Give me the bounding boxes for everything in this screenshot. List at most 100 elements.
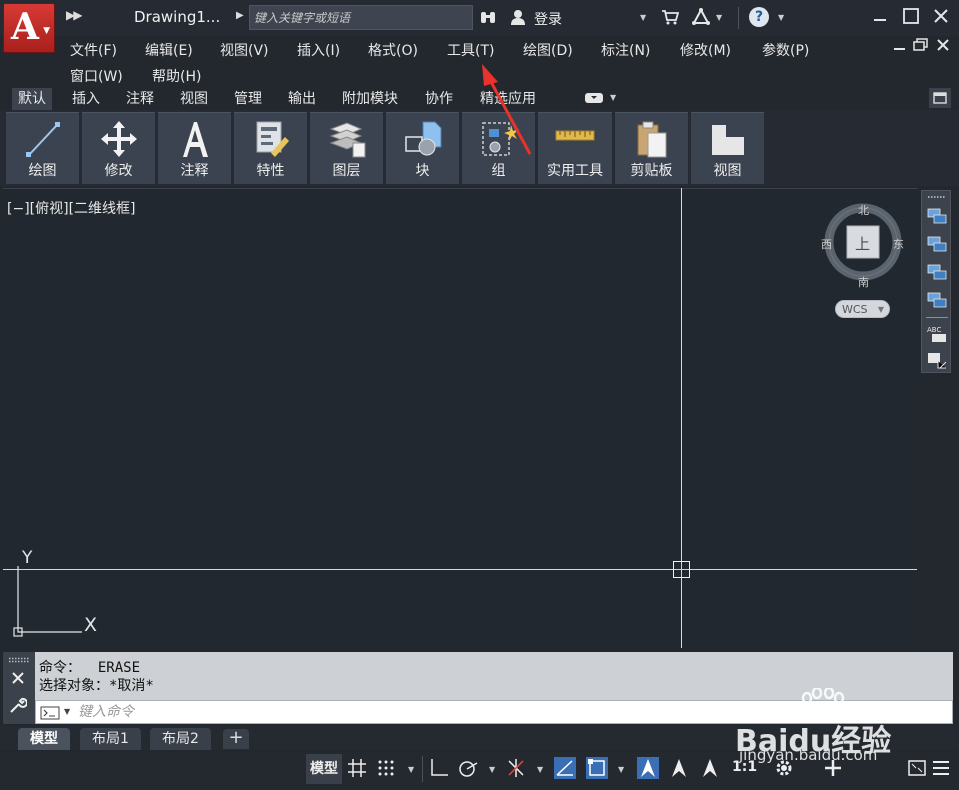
text-style-icon[interactable]: ABC — [926, 325, 948, 343]
doc-restore-icon[interactable] — [913, 38, 929, 52]
tab-default[interactable]: 默认 — [12, 88, 52, 110]
panel-modify[interactable]: 修改 — [82, 112, 155, 184]
chevron-down-icon[interactable]: ▼ — [537, 765, 543, 774]
panel-properties-label: 特性 — [256, 163, 285, 179]
chevron-down-icon[interactable]: ▼ — [610, 93, 616, 102]
chevron-down-icon[interactable]: ▼ — [408, 765, 414, 774]
chevron-down-icon[interactable]: ▼ — [778, 13, 784, 22]
menu-draw[interactable]: 绘图(D) — [523, 40, 573, 60]
tab-layout2[interactable]: 布局2 — [150, 728, 211, 750]
chevron-down-icon[interactable]: ▼ — [489, 765, 495, 774]
snap-icon[interactable] — [375, 757, 397, 779]
minimize-icon[interactable] — [872, 7, 888, 25]
tab-view[interactable]: 视图 — [174, 88, 214, 110]
tab-collaborate[interactable]: 协作 — [419, 88, 459, 110]
menu-help[interactable]: 帮助(H) — [152, 66, 201, 86]
command-prompt-icon[interactable] — [40, 706, 60, 720]
model-space-button[interactable]: 模型 — [306, 754, 342, 784]
menu-modify[interactable]: 修改(M) — [680, 40, 731, 60]
chevron-down-icon[interactable]: ▼ — [716, 13, 722, 22]
panel-modify-label: 修改 — [104, 163, 133, 179]
viewport-controls[interactable]: [−][俯视][二维线框] — [7, 198, 136, 218]
login-label[interactable]: 登录 — [534, 9, 562, 29]
tab-addins[interactable]: 附加模块 — [336, 88, 404, 110]
menu-parametric[interactable]: 参数(P) — [762, 40, 809, 60]
compass-north[interactable]: 北 — [858, 202, 869, 218]
grid-icon[interactable] — [346, 757, 368, 779]
command-grip-icon[interactable] — [8, 657, 30, 663]
panel-properties[interactable]: 特性 — [234, 112, 307, 184]
panel-view[interactable]: 视图 — [691, 112, 764, 184]
pan-icon[interactable] — [926, 263, 948, 281]
tab-manage[interactable]: 管理 — [228, 88, 268, 110]
object-snap-icon[interactable] — [586, 757, 608, 779]
panel-draw[interactable]: 绘图 — [6, 112, 79, 184]
doc-minimize-icon[interactable] — [893, 38, 907, 52]
compass-east[interactable]: 东 — [893, 236, 904, 252]
menu-tools[interactable]: 工具(T) — [447, 40, 494, 60]
wcs-menu-button[interactable]: WCS ▼ — [835, 300, 890, 318]
menu-dimension[interactable]: 标注(N) — [601, 40, 650, 60]
chevron-down-icon[interactable]: ▼ — [64, 707, 70, 716]
polar-tracking-icon[interactable] — [457, 757, 479, 779]
quick-access-expand-icon[interactable]: ▶▶ — [66, 8, 83, 22]
navbar-divider — [926, 317, 948, 318]
maximize-icon[interactable] — [902, 7, 920, 25]
crosshair-vertical — [681, 188, 682, 648]
tab-model[interactable]: 模型 — [18, 728, 70, 750]
annotation-visibility-icon[interactable] — [637, 757, 659, 779]
chevron-down-icon[interactable]: ▼ — [640, 13, 646, 22]
help-icon[interactable]: ? — [749, 7, 769, 27]
a360-icon[interactable] — [692, 8, 710, 26]
compass-west[interactable]: 西 — [821, 236, 832, 252]
tab-layout1[interactable]: 布局1 — [80, 728, 141, 750]
navbar-grip-icon[interactable] — [926, 195, 948, 199]
search-input[interactable] — [249, 5, 473, 30]
dimension-style-icon[interactable] — [926, 351, 948, 369]
cart-icon[interactable] — [661, 9, 679, 25]
application-menu-button[interactable]: A ▼ — [3, 3, 55, 53]
close-icon[interactable] — [931, 6, 951, 26]
menu-edit[interactable]: 编辑(E) — [145, 40, 193, 60]
orbit-icon[interactable] — [926, 235, 948, 253]
ribbon-minimize-button[interactable] — [929, 88, 951, 108]
doc-close-icon[interactable] — [935, 37, 951, 53]
isodraft-icon[interactable] — [505, 757, 527, 779]
menu-view[interactable]: 视图(V) — [220, 40, 269, 60]
panel-utilities[interactable]: 实用工具 — [538, 112, 612, 184]
user-icon[interactable] — [511, 9, 525, 25]
wrench-icon[interactable] — [9, 696, 27, 714]
panel-annotate[interactable]: 注释 — [158, 112, 231, 184]
annotation-scale-icon[interactable] — [699, 757, 721, 779]
menu-insert[interactable]: 插入(I) — [297, 40, 340, 60]
menu-window[interactable]: 窗口(W) — [70, 66, 123, 86]
zoom-window-icon[interactable] — [926, 291, 948, 309]
measure-icon — [555, 130, 595, 141]
drawing-canvas[interactable] — [3, 188, 918, 648]
tab-output[interactable]: 输出 — [282, 88, 322, 110]
panel-clipboard[interactable]: 剪贴板 — [615, 112, 688, 184]
add-layout-button[interactable]: + — [223, 729, 249, 749]
viewcube-face-top[interactable]: 上 — [855, 233, 870, 254]
ribbon-options-icon[interactable] — [584, 92, 604, 104]
chevron-down-icon[interactable]: ▼ — [618, 765, 624, 774]
menu-format[interactable]: 格式(O) — [368, 40, 418, 60]
block-icon — [404, 121, 441, 156]
binoculars-icon[interactable] — [480, 9, 496, 25]
crosshair-horizontal — [3, 569, 917, 570]
panel-block[interactable]: 块 — [386, 112, 459, 184]
panel-layers[interactable]: 图层 — [310, 112, 383, 184]
object-snap-tracking-icon[interactable] — [554, 757, 576, 779]
panel-layers-label: 图层 — [332, 163, 361, 179]
close-icon[interactable] — [11, 671, 25, 685]
auto-scale-icon[interactable] — [668, 757, 690, 779]
tab-insert[interactable]: 插入 — [66, 88, 106, 110]
ortho-icon[interactable] — [428, 757, 450, 779]
title-expand-icon[interactable]: ▶ — [236, 10, 244, 21]
viewcube[interactable]: 北 南 东 西 上 — [818, 198, 908, 290]
menu-file[interactable]: 文件(F) — [70, 40, 117, 60]
view-icon — [711, 125, 744, 155]
zoom-extents-icon[interactable] — [926, 207, 948, 225]
tab-annotate[interactable]: 注释 — [120, 88, 160, 110]
compass-south[interactable]: 南 — [858, 274, 869, 290]
